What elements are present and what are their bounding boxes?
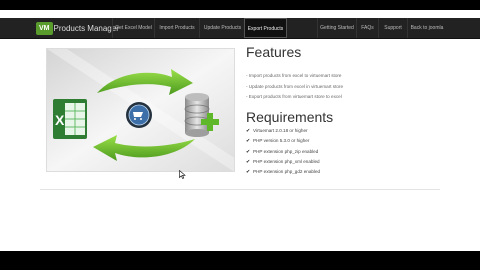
nav-export-products[interactable]: Export Products (244, 18, 287, 38)
brand-badge: VM (36, 21, 53, 35)
requirement-text: PHP extension php_xml enabled (253, 158, 320, 164)
requirement-text: PHP extension php_gd2 enabled (253, 169, 321, 175)
globe-cart-icon (126, 102, 152, 128)
list-item: - Export products from virtuemart store … (246, 94, 342, 99)
check-icon: ✔ (246, 128, 251, 134)
list-item: - Update products from excel in virtuema… (246, 83, 344, 89)
divider (40, 189, 440, 190)
requirement-text: PHP version 5.3.0 or higher (253, 138, 310, 144)
requirements-heading: Requirements (246, 109, 334, 125)
import-export-graphic: X (47, 49, 234, 171)
page: VM Products Manager Get Excel Model Impo… (0, 10, 480, 251)
nav-support[interactable]: Support (378, 18, 407, 38)
check-icon: ✔ (246, 158, 251, 165)
brand-logo[interactable]: VM Products Manager (36, 21, 119, 35)
list-item: ✔ PHP version 5.3.0 or higher (246, 136, 320, 146)
mouse-cursor-icon (179, 170, 186, 179)
nav-import-products[interactable]: Import Products (154, 18, 199, 38)
list-item: ✔ Virtuemart 2.0.18 or higher (246, 126, 320, 136)
hero-illustration: X (46, 48, 235, 172)
list-item: ✔ PHP extension php_zip enabled (246, 147, 320, 157)
svg-text:X: X (55, 112, 65, 128)
list-item: ✔ PHP extension php_gd2 enabled (246, 167, 320, 177)
requirements-list: ✔ Virtuemart 2.0.18 or higher ✔ PHP versio… (246, 126, 320, 177)
excel-icon: X (53, 99, 87, 139)
requirement-text: Virtuemart 2.0.18 or higher (253, 128, 308, 133)
check-icon: ✔ (246, 169, 251, 176)
list-item: ✔ PHP extension php_xml enabled (246, 157, 320, 167)
features-list: - Import products from excel to virtuema… (246, 71, 343, 103)
navbar: VM Products Manager Get Excel Model Impo… (0, 18, 480, 39)
list-item: - Import products from excel to virtuema… (246, 73, 342, 78)
nav-faqs[interactable]: FAQs (356, 18, 378, 38)
check-icon: ✔ (246, 138, 251, 145)
nav-getting-started[interactable]: Getting Started (317, 18, 356, 38)
nav-back-to-joomla[interactable]: Back to joomla (407, 18, 446, 38)
features-heading: Features (246, 44, 302, 60)
requirement-text: PHP extension php_zip enabled (253, 148, 319, 154)
check-icon: ✔ (246, 148, 251, 155)
brand-title: Products Manager (53, 23, 119, 33)
nav-get-excel-model[interactable]: Get Excel Model (112, 18, 154, 38)
nav-update-products[interactable]: Update Products (199, 18, 245, 38)
